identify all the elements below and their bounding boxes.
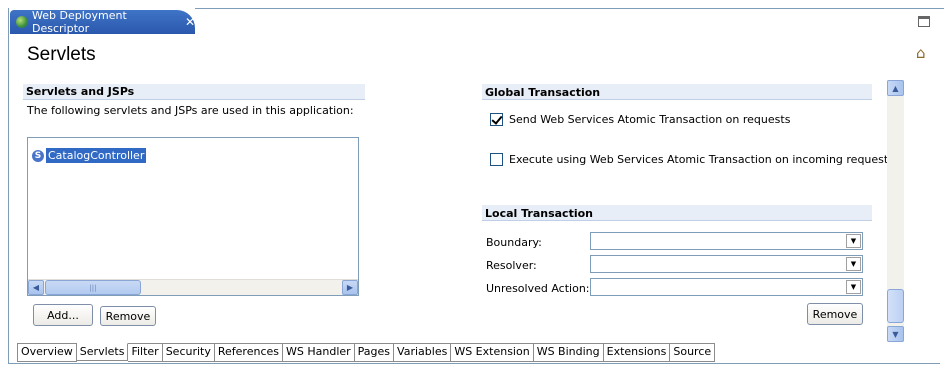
scroll-left-icon[interactable]: ◀	[28, 280, 44, 295]
tab-variables[interactable]: Variables	[394, 344, 452, 362]
tab-ws-extension[interactable]: WS Extension	[451, 344, 534, 362]
horizontal-scrollbar[interactable]: ◀ ||| ▶	[28, 279, 358, 295]
tab-overview[interactable]: Overview	[17, 344, 77, 362]
tab-ws-handler[interactable]: WS Handler	[283, 344, 355, 362]
scroll-up-icon[interactable]: ▲	[887, 80, 904, 96]
globe-icon	[16, 16, 28, 28]
chevron-down-icon[interactable]: ▼	[846, 280, 861, 294]
execute-atomic-transaction-checkbox[interactable]	[490, 153, 503, 166]
resolver-label: Resolver:	[486, 259, 537, 272]
editor-tab[interactable]: Web Deployment Descriptor ✕	[10, 9, 195, 35]
tab-pages[interactable]: Pages	[354, 344, 395, 362]
servlet-icon: S	[32, 149, 44, 162]
tab-servlets[interactable]: Servlets	[76, 343, 129, 361]
servlets-section-header: Servlets and JSPs	[23, 84, 365, 100]
execute-atomic-transaction-option[interactable]: Execute using Web Services Atomic Transa…	[490, 153, 894, 166]
servlets-description: The following servlets and JSPs are used…	[27, 104, 354, 117]
page-title: Servlets	[27, 44, 96, 65]
tab-source[interactable]: Source	[670, 344, 716, 362]
unresolved-action-label: Unresolved Action:	[486, 282, 590, 295]
maximize-icon[interactable]	[918, 16, 930, 27]
send-atomic-transaction-checkbox[interactable]	[490, 113, 503, 126]
editor-top-border	[195, 8, 944, 9]
tab-filter[interactable]: Filter	[128, 344, 163, 362]
add-button[interactable]: Add...	[33, 304, 93, 326]
boundary-select[interactable]: ▼	[590, 232, 863, 250]
remove-local-transaction-button[interactable]: Remove	[807, 303, 863, 325]
send-atomic-transaction-label: Send Web Services Atomic Transaction on …	[509, 113, 791, 126]
list-item-label[interactable]: CatalogController	[46, 148, 147, 163]
vertical-scrollbar[interactable]: ▲ ▼	[887, 80, 904, 342]
resolver-select[interactable]: ▼	[590, 255, 863, 273]
remove-servlet-button[interactable]: Remove	[100, 306, 156, 326]
list-item[interactable]: S CatalogController	[32, 148, 147, 163]
tab-references[interactable]: References	[214, 344, 283, 362]
chevron-down-icon[interactable]: ▼	[846, 234, 861, 248]
boundary-label: Boundary:	[486, 236, 542, 249]
editor-tab-title: Web Deployment Descriptor	[32, 9, 127, 35]
global-transaction-header: Global Transaction	[482, 84, 872, 100]
vertical-scroll-thumb[interactable]	[887, 289, 904, 323]
send-atomic-transaction-option[interactable]: Send Web Services Atomic Transaction on …	[490, 113, 790, 126]
tab-security[interactable]: Security	[162, 344, 215, 362]
page-tab-bar: Overview Servlets Filter Security Refere…	[17, 343, 716, 362]
scroll-thumb[interactable]: |||	[45, 280, 141, 295]
chevron-down-icon[interactable]: ▼	[846, 257, 861, 271]
home-icon[interactable]: ⌂	[916, 44, 926, 62]
execute-atomic-transaction-label: Execute using Web Services Atomic Transa…	[509, 153, 894, 166]
scroll-right-icon[interactable]: ▶	[342, 280, 358, 295]
unresolved-action-select[interactable]: ▼	[590, 278, 863, 296]
servlets-list[interactable]: S CatalogController ◀ ||| ▶	[27, 137, 359, 296]
tab-extensions[interactable]: Extensions	[603, 344, 671, 362]
tab-ws-binding[interactable]: WS Binding	[533, 344, 604, 362]
scroll-down-icon[interactable]: ▼	[887, 326, 904, 342]
close-icon[interactable]: ✕	[185, 15, 195, 29]
local-transaction-header: Local Transaction	[482, 205, 872, 221]
